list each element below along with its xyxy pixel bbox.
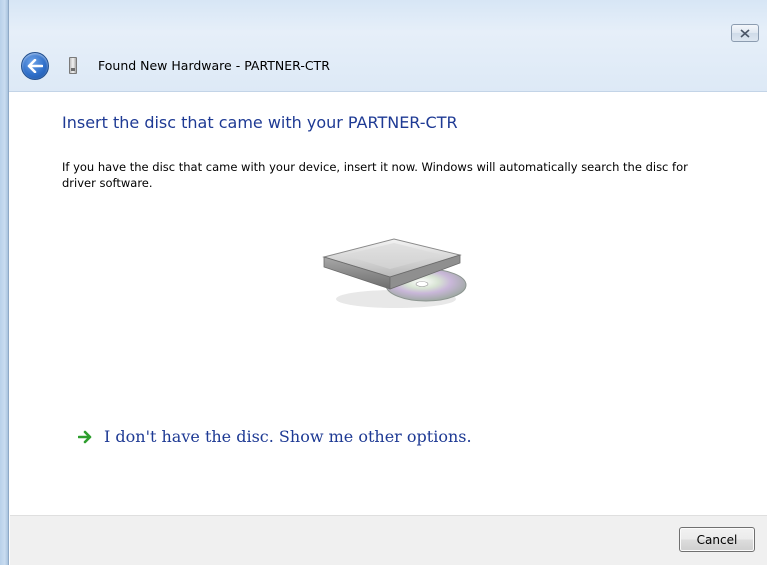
close-icon (740, 28, 750, 38)
no-disc-option-link[interactable]: I don't have the disc. Show me other opt… (78, 427, 472, 446)
cancel-button[interactable]: Cancel (679, 527, 755, 552)
dialog-footer: Cancel (10, 515, 767, 565)
back-button[interactable] (21, 52, 49, 80)
title-bar: Found New Hardware - PARTNER-CTR (9, 0, 767, 92)
disc-drive-icon (322, 238, 467, 308)
window-title: Found New Hardware - PARTNER-CTR (98, 58, 330, 73)
usb-device-icon (69, 57, 77, 74)
no-disc-option-text: I don't have the disc. Show me other opt… (104, 427, 472, 446)
page-heading: Insert the disc that came with your PART… (62, 113, 458, 132)
back-arrow-icon (27, 59, 43, 73)
found-new-hardware-dialog: Found New Hardware - PARTNER-CTR Insert … (0, 0, 767, 565)
window-frame-left (0, 0, 9, 565)
main-content: Insert the disc that came with your PART… (10, 93, 767, 515)
instruction-text: If you have the disc that came with your… (62, 160, 688, 190)
close-button[interactable] (731, 24, 759, 42)
green-arrow-icon (78, 430, 92, 443)
